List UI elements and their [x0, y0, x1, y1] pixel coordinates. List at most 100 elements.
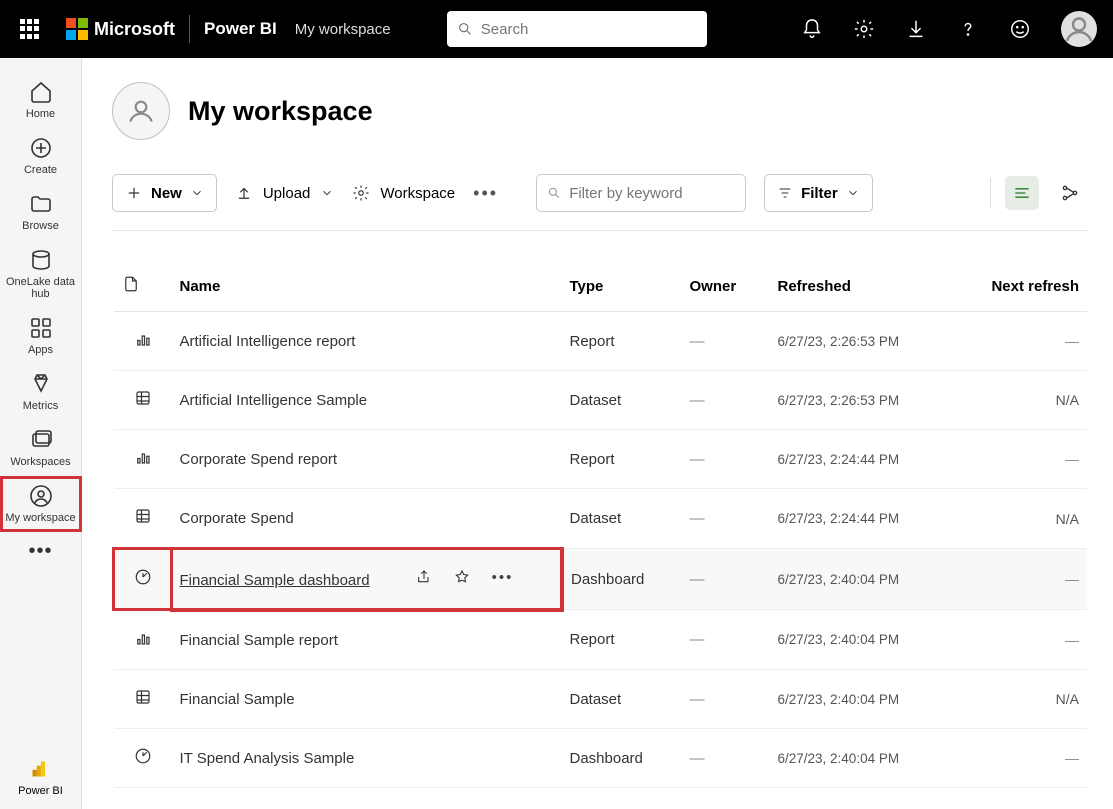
table-row[interactable]: Corporate Spend Dataset — 6/27/23, 2:24:… [114, 489, 1088, 549]
row-name[interactable]: Artificial Intelligence report [172, 312, 562, 371]
person-icon [125, 95, 157, 127]
row-name[interactable]: Artificial Intelligence Sample [172, 371, 562, 430]
breadcrumb[interactable]: My workspace [295, 21, 391, 38]
upload-icon [235, 184, 253, 202]
apps-icon [29, 316, 53, 340]
row-owner: — [682, 430, 770, 489]
chevron-down-icon [190, 186, 204, 200]
row-type: Dashboard [562, 729, 682, 788]
row-next-refresh: N/A [950, 371, 1088, 430]
row-refreshed: 6/27/23, 2:24:44 PM [770, 489, 950, 549]
row-owner: — [682, 489, 770, 549]
row-refreshed: 6/27/23, 2:40:04 PM [770, 610, 950, 670]
feedback-icon[interactable] [1009, 18, 1031, 40]
metrics-icon [29, 372, 53, 396]
row-refreshed: 6/27/23, 2:26:53 PM [770, 371, 950, 430]
nav-onelake[interactable]: OneLake data hub [0, 240, 82, 308]
toolbar-more[interactable]: ••• [473, 183, 498, 204]
row-refreshed: 6/27/23, 2:26:53 PM [770, 312, 950, 371]
row-type-icon [114, 371, 172, 430]
filter-keyword-input[interactable] [536, 174, 746, 212]
workspace-settings-label: Workspace [380, 185, 455, 202]
workspace-settings-button[interactable]: Workspace [352, 184, 455, 202]
col-type[interactable]: Type [562, 261, 682, 312]
browse-icon [29, 192, 53, 216]
global-search[interactable] [447, 11, 707, 47]
row-more[interactable]: ••• [492, 569, 514, 586]
create-icon [29, 136, 53, 160]
row-owner: — [682, 371, 770, 430]
nav-workspaces[interactable]: Workspaces [0, 420, 82, 476]
new-button[interactable]: New [112, 174, 217, 212]
lineage-view-button[interactable] [1053, 176, 1087, 210]
nav-metrics-label: Metrics [23, 400, 58, 412]
nav-apps-label: Apps [28, 344, 53, 356]
row-next-refresh: — [950, 430, 1088, 489]
home-icon [29, 80, 53, 104]
row-owner: — [682, 549, 770, 610]
row-owner: — [682, 670, 770, 729]
filter-button[interactable]: Filter [764, 174, 873, 212]
nav-powerbi-footer[interactable]: Power BI [18, 757, 63, 809]
row-name[interactable]: Financial Sample dashboard ••• [172, 549, 562, 610]
row-refreshed: 6/27/23, 2:40:04 PM [770, 549, 950, 610]
filter-keyword-field[interactable] [569, 185, 735, 202]
row-next-refresh: — [950, 729, 1088, 788]
table-row[interactable]: IT Spend Analysis Sample Dashboard — 6/2… [114, 729, 1088, 788]
nav-home[interactable]: Home [0, 72, 82, 128]
row-name[interactable]: Corporate Spend [172, 489, 562, 549]
notifications-icon[interactable] [801, 18, 823, 40]
row-name[interactable]: Corporate Spend report [172, 430, 562, 489]
row-name[interactable]: IT Spend Analysis Sample [172, 729, 562, 788]
nav-create-label: Create [24, 164, 57, 176]
nav-metrics[interactable]: Metrics [0, 364, 82, 420]
gear-icon [352, 184, 370, 202]
row-name[interactable]: Financial Sample [172, 670, 562, 729]
nav-my-workspace-label: My workspace [5, 512, 75, 524]
nav-my-workspace[interactable]: My workspace [0, 476, 82, 532]
table-row[interactable]: Artificial Intelligence report Report — … [114, 312, 1088, 371]
col-icon[interactable] [114, 261, 172, 312]
file-icon [122, 275, 140, 293]
row-type: Dataset [562, 670, 682, 729]
search-icon [457, 20, 473, 38]
product-name: Power BI [204, 19, 277, 39]
app-launcher-icon[interactable] [16, 15, 44, 43]
row-name[interactable]: Financial Sample report [172, 610, 562, 670]
top-bar: Microsoft Power BI My workspace [0, 0, 1113, 58]
star-icon[interactable] [454, 569, 470, 585]
nav-more[interactable]: ••• [28, 540, 52, 563]
microsoft-logo[interactable]: Microsoft [66, 18, 175, 40]
col-next-refresh[interactable]: Next refresh [950, 261, 1088, 312]
table-row[interactable]: Corporate Spend report Report — 6/27/23,… [114, 430, 1088, 489]
workspace-avatar [112, 82, 170, 140]
col-refreshed[interactable]: Refreshed [770, 261, 950, 312]
col-owner[interactable]: Owner [682, 261, 770, 312]
nav-onelake-label: OneLake data hub [0, 276, 82, 300]
settings-icon[interactable] [853, 18, 875, 40]
content-table: Name Type Owner Refreshed Next refresh A… [112, 261, 1087, 788]
nav-create[interactable]: Create [0, 128, 82, 184]
download-icon[interactable] [905, 18, 927, 40]
workspace-title: My workspace [188, 96, 373, 127]
table-row[interactable]: Artificial Intelligence Sample Dataset —… [114, 371, 1088, 430]
table-row[interactable]: Financial Sample Dataset — 6/27/23, 2:40… [114, 670, 1088, 729]
upload-button[interactable]: Upload [235, 184, 335, 202]
filter-button-label: Filter [801, 185, 838, 202]
nav-apps[interactable]: Apps [0, 308, 82, 364]
share-icon[interactable] [416, 569, 432, 585]
table-row[interactable]: Financial Sample dashboard ••• Dashboard… [114, 549, 1088, 610]
table-row[interactable]: Financial Sample report Report — 6/27/23… [114, 610, 1088, 670]
row-next-refresh: N/A [950, 489, 1088, 549]
toolbar-divider [112, 230, 1087, 231]
nav-browse[interactable]: Browse [0, 184, 82, 240]
row-type-icon [114, 729, 172, 788]
global-search-input[interactable] [481, 21, 697, 38]
col-name[interactable]: Name [172, 261, 562, 312]
help-icon[interactable] [957, 18, 979, 40]
row-type-icon [114, 670, 172, 729]
row-refreshed: 6/27/23, 2:40:04 PM [770, 670, 950, 729]
onelake-icon [29, 248, 53, 272]
list-view-button[interactable] [1005, 176, 1039, 210]
user-avatar[interactable] [1061, 11, 1097, 47]
